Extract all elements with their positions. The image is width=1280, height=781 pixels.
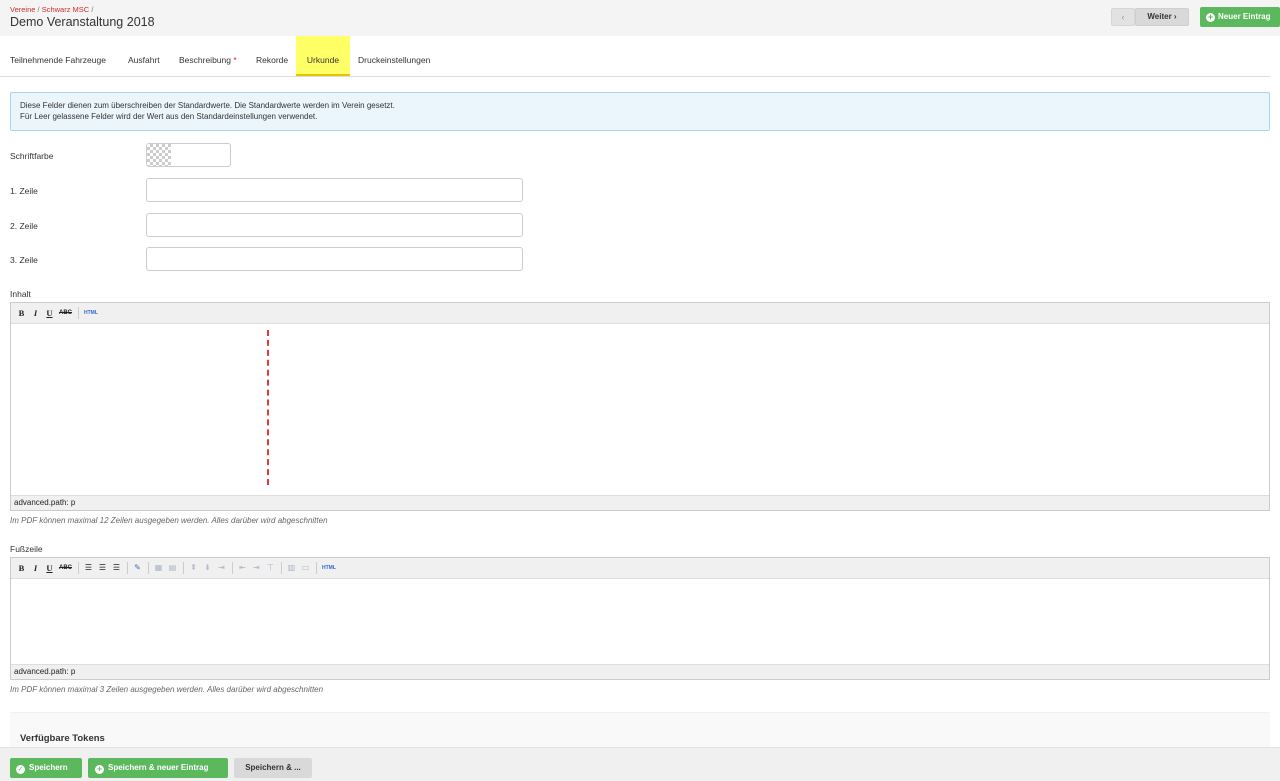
page-header: Vereine / Schwarz MSC / Demo Veranstaltu… — [0, 0, 1280, 36]
tab-beschreibung[interactable]: Beschreibung * — [179, 36, 237, 76]
insert-row-after-icon[interactable]: ⇟ — [201, 561, 214, 575]
italic-button[interactable]: I — [29, 306, 42, 320]
tab-label: Rekorde — [256, 55, 289, 65]
inhalt-edit-area[interactable] — [11, 324, 1269, 495]
inhalt-statusbar: advanced.path: p — [11, 495, 1269, 510]
save-and-new-label: Speichern & neuer Eintrag — [108, 763, 209, 772]
insert-col-after-icon[interactable]: ⇥ — [250, 561, 263, 575]
toolbar-divider — [127, 562, 128, 574]
tab-ausfahrt[interactable]: Ausfahrt — [128, 36, 160, 76]
previous-button[interactable]: ‹ — [1111, 8, 1135, 26]
breadcrumb: Vereine / Schwarz MSC / — [10, 5, 93, 14]
toolbar-divider — [78, 307, 79, 319]
bold-button[interactable]: B — [15, 561, 28, 575]
fusszeile-label: Fußzeile — [10, 544, 43, 554]
required-marker: * — [233, 55, 237, 65]
merge-cells-icon[interactable]: ▭ — [299, 561, 312, 575]
zeile-1-label: 1. Zeile — [10, 186, 38, 196]
tab-label: Druckeinstellungen — [358, 55, 431, 65]
color-swatch — [147, 144, 171, 166]
save-and-new-button[interactable]: + Speichern & neuer Eintrag — [88, 758, 228, 778]
action-footer: ✓ Speichern + Speichern & neuer Eintrag Sp… — [0, 747, 1280, 781]
plus-circle-icon: + — [95, 765, 104, 774]
underline-button[interactable]: U — [43, 306, 56, 320]
strikethrough-button[interactable]: ABC — [57, 306, 74, 320]
italic-button[interactable]: I — [29, 561, 42, 575]
bold-button[interactable]: B — [15, 306, 28, 320]
breadcrumb-separator: / — [37, 5, 40, 14]
html-source-button[interactable]: HTML — [320, 561, 338, 575]
zeile-3-input[interactable] — [146, 247, 523, 271]
next-button[interactable]: Weiter › — [1135, 8, 1189, 26]
toolbar-divider — [78, 562, 79, 574]
tab-bar: Teilnehmende Fahrzeuge Ausfahrt Beschrei… — [0, 36, 1270, 77]
save-label: Speichern — [29, 763, 68, 772]
plus-circle-icon: + — [1206, 12, 1215, 22]
fusszeile-statusbar: advanced.path: p — [11, 664, 1269, 679]
tab-label: Urkunde — [306, 55, 340, 65]
font-color-picker[interactable] — [146, 143, 231, 167]
info-line-2: Für Leer gelassene Felder wird der Wert … — [20, 112, 318, 121]
check-circle-icon: ✓ — [16, 765, 25, 774]
tab-label: Beschreibung — [179, 55, 231, 65]
breadcrumb-separator: / — [91, 5, 94, 14]
fusszeile-editor: B I U ABC ☰ ☰ ☰ ✎ ▦ ▤ ⇞ ⇟ ⇥ ⇤ ⇥ ⊤ ▥ ▭ HT… — [10, 557, 1270, 680]
new-entry-button[interactable]: + Neuer Eintrag — [1200, 7, 1280, 27]
align-right-icon[interactable]: ☰ — [110, 561, 123, 575]
toolbar-divider — [148, 562, 149, 574]
tokens-title: Verfügbare Tokens — [20, 733, 105, 744]
zeile-1-input[interactable] — [146, 178, 523, 202]
delete-col-icon[interactable]: ⊤ — [264, 561, 277, 575]
tab-urkunde[interactable]: Urkunde — [296, 36, 350, 76]
tab-label: Teilnehmende Fahrzeuge — [10, 55, 106, 65]
tab-teilnehmende-fahrzeuge[interactable]: Teilnehmende Fahrzeuge — [10, 36, 106, 76]
insert-row-before-icon[interactable]: ⇞ — [187, 561, 200, 575]
breadcrumb-item-vereine[interactable]: Vereine — [10, 5, 35, 14]
zeile-2-label: 2. Zeile — [10, 221, 38, 231]
table-props-icon[interactable]: ▤ — [166, 561, 179, 575]
tokens-panel: Verfügbare Tokens — [10, 712, 1270, 752]
inhalt-label: Inhalt — [10, 289, 31, 299]
underline-button[interactable]: U — [43, 561, 56, 575]
tab-druckeinstellungen[interactable]: Druckeinstellungen — [358, 36, 430, 76]
toolbar-divider — [232, 562, 233, 574]
toolbar-divider — [281, 562, 282, 574]
line-limit-guide — [267, 330, 269, 485]
table-icon[interactable]: ▦ — [152, 561, 165, 575]
align-center-icon[interactable]: ☰ — [96, 561, 109, 575]
toolbar-divider — [316, 562, 317, 574]
tab-rekorde[interactable]: Rekorde — [256, 36, 288, 76]
fusszeile-toolbar: B I U ABC ☰ ☰ ☰ ✎ ▦ ▤ ⇞ ⇟ ⇥ ⇤ ⇥ ⊤ ▥ ▭ HT… — [11, 558, 1269, 579]
html-source-button[interactable]: HTML — [82, 306, 100, 320]
inhalt-hint: Im PDF können maximal 12 Zeilen ausgegeb… — [10, 516, 328, 525]
delete-row-icon[interactable]: ⇥ — [215, 561, 228, 575]
info-line-1: Diese Felder dienen zum überschreiben de… — [20, 101, 395, 110]
info-alert: Diese Felder dienen zum überschreiben de… — [10, 92, 1270, 131]
save-and-more-button[interactable]: Speichern & ... — [234, 758, 312, 778]
schriftfarbe-label: Schriftfarbe — [10, 151, 54, 161]
insert-col-before-icon[interactable]: ⇤ — [236, 561, 249, 575]
align-left-icon[interactable]: ☰ — [82, 561, 95, 575]
strikethrough-button[interactable]: ABC — [57, 561, 74, 575]
toolbar-divider — [183, 562, 184, 574]
split-cells-icon[interactable]: ▥ — [285, 561, 298, 575]
fusszeile-hint: Im PDF können maximal 3 Zeilen ausgegebe… — [10, 685, 324, 694]
save-button[interactable]: ✓ Speichern — [10, 758, 82, 778]
inhalt-toolbar: B I U ABC HTML — [11, 303, 1269, 324]
tab-label: Ausfahrt — [128, 55, 160, 65]
zeile-3-label: 3. Zeile — [10, 255, 38, 265]
fusszeile-edit-area[interactable] — [11, 579, 1269, 664]
page-title: Demo Veranstaltung 2018 — [10, 15, 155, 29]
inhalt-editor: B I U ABC HTML advanced.path: p — [10, 302, 1270, 511]
zeile-2-input[interactable] — [146, 213, 523, 237]
breadcrumb-item-club[interactable]: Schwarz MSC — [42, 5, 90, 14]
edit-icon[interactable]: ✎ — [131, 561, 144, 575]
new-entry-label: Neuer Eintrag — [1218, 12, 1271, 21]
